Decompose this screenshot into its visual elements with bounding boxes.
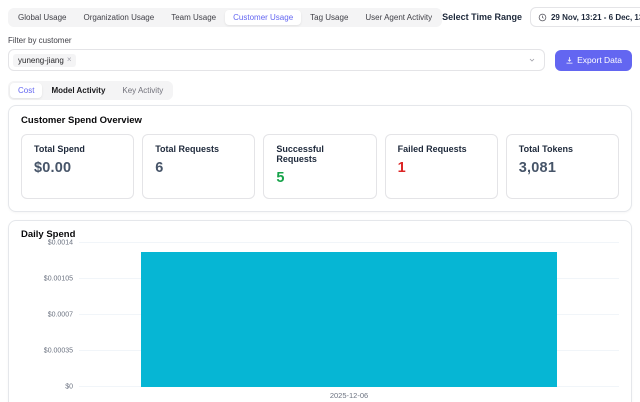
view-tabs-row: Cost Model Activity Key Activity bbox=[8, 80, 632, 100]
customer-tag: yuneng-jiang × bbox=[13, 54, 76, 67]
stat-label: Failed Requests bbox=[398, 144, 485, 154]
daily-spend-bar[interactable] bbox=[141, 252, 557, 387]
daily-spend-chart: $0$0.00035$0.0007$0.00105$0.0014 bbox=[21, 243, 619, 387]
download-icon bbox=[565, 56, 574, 65]
gridline bbox=[79, 242, 619, 243]
tab-customer-usage[interactable]: Customer Usage bbox=[225, 10, 301, 25]
stat-label: Total Tokens bbox=[519, 144, 606, 154]
filter-row: yuneng-jiang × Export Data bbox=[8, 49, 632, 71]
time-range-select[interactable]: 29 Nov, 13:21 - 6 Dec, 13:21 bbox=[530, 7, 640, 27]
export-data-label: Export Data bbox=[577, 55, 622, 65]
y-tick-label: $0.0007 bbox=[48, 312, 73, 319]
tab-key-activity[interactable]: Key Activity bbox=[114, 83, 171, 98]
y-tick-label: $0.00105 bbox=[44, 276, 73, 283]
stat-card-total-spend: Total Spend $0.00 bbox=[21, 134, 134, 199]
usage-tabs: Global Usage Organization Usage Team Usa… bbox=[8, 8, 442, 27]
stat-label: Total Spend bbox=[34, 144, 121, 154]
stat-value: 3,081 bbox=[519, 160, 606, 176]
stat-value: 6 bbox=[155, 160, 242, 176]
stat-card-successful-requests: Successful Requests 5 bbox=[263, 134, 376, 199]
daily-spend-card: Daily Spend $0 $0.00035 $0.0007 $0.00105 $0.… bbox=[8, 220, 632, 402]
y-tick-label: $0.0014 bbox=[48, 240, 73, 247]
chart-x-axis: 2025-12-06 bbox=[79, 387, 619, 402]
customer-filter-input[interactable]: yuneng-jiang × bbox=[8, 49, 545, 71]
clock-icon bbox=[538, 13, 547, 22]
y-tick-label: $0 bbox=[65, 384, 73, 391]
export-data-button[interactable]: Export Data bbox=[555, 50, 632, 71]
y-tick-label: $0.00035 bbox=[44, 348, 73, 355]
tag-remove-icon[interactable]: × bbox=[67, 56, 72, 64]
filter-by-customer-label: Filter by customer bbox=[8, 36, 632, 45]
stat-label: Successful Requests bbox=[276, 144, 363, 164]
tab-global-usage[interactable]: Global Usage bbox=[10, 10, 74, 25]
tab-organization-usage[interactable]: Organization Usage bbox=[75, 10, 162, 25]
stat-value: $0.00 bbox=[34, 160, 121, 176]
stat-card-total-requests: Total Requests 6 bbox=[142, 134, 255, 199]
customer-spend-overview-card: Customer Spend Overview Total Spend $0.0… bbox=[8, 105, 632, 212]
stats-grid: Total Spend $0.00 Total Requests 6 Succe… bbox=[21, 134, 619, 199]
daily-spend-title: Daily Spend bbox=[21, 229, 619, 240]
time-range-value: 29 Nov, 13:21 - 6 Dec, 13:21 bbox=[551, 13, 640, 22]
overview-title: Customer Spend Overview bbox=[21, 115, 619, 126]
stat-value: 5 bbox=[276, 170, 363, 186]
tab-user-agent-activity[interactable]: User Agent Activity bbox=[357, 10, 440, 25]
stat-card-failed-requests: Failed Requests 1 bbox=[385, 134, 498, 199]
chart-plot bbox=[79, 243, 619, 387]
stat-card-total-tokens: Total Tokens 3,081 bbox=[506, 134, 619, 199]
stat-label: Total Requests bbox=[155, 144, 242, 154]
chart-y-axis: $0$0.00035$0.0007$0.00105$0.0014 bbox=[21, 243, 79, 387]
chevron-down-icon bbox=[528, 56, 536, 64]
view-tabs: Cost Model Activity Key Activity bbox=[8, 81, 173, 100]
tab-cost[interactable]: Cost bbox=[10, 83, 42, 98]
tab-tag-usage[interactable]: Tag Usage bbox=[302, 10, 356, 25]
stat-value: 1 bbox=[398, 160, 485, 176]
tab-team-usage[interactable]: Team Usage bbox=[163, 10, 224, 25]
tab-model-activity[interactable]: Model Activity bbox=[43, 83, 113, 98]
x-tick-label: 2025-12-06 bbox=[79, 391, 619, 400]
top-bar: Global Usage Organization Usage Team Usa… bbox=[8, 7, 632, 27]
time-range-section: Select Time Range 29 Nov, 13:21 - 6 Dec,… bbox=[442, 7, 640, 27]
time-range-label: Select Time Range bbox=[442, 12, 522, 22]
customer-tag-label: yuneng-jiang bbox=[18, 56, 64, 65]
